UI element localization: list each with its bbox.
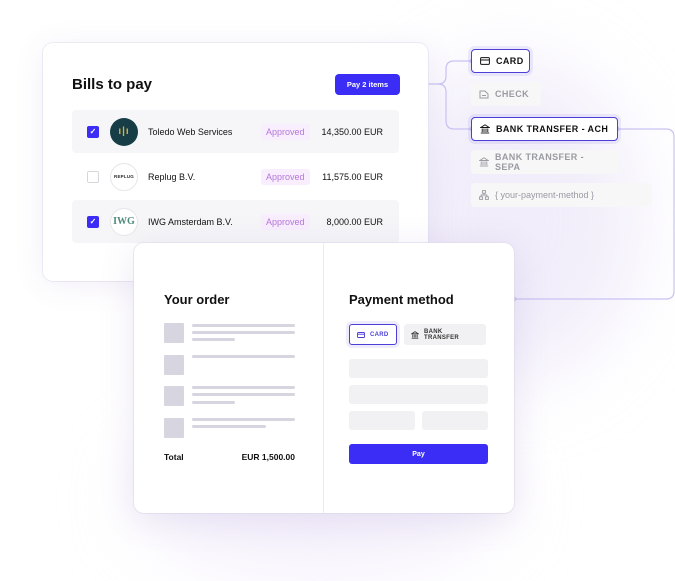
bank-icon: [411, 330, 419, 339]
payment-option-ach[interactable]: BANK TRANSFER - ACH: [471, 117, 618, 141]
item-thumbnail-placeholder: [164, 418, 184, 438]
item-text-placeholder: [192, 393, 295, 396]
payment-tab-bank-transfer[interactable]: BANK TRANSFER: [404, 324, 486, 345]
item-text-placeholder: [192, 338, 235, 341]
expiry-date-field[interactable]: [349, 411, 415, 430]
vendor-logo: ı|ı: [110, 117, 138, 146]
vendor-name: Replug B.V.: [148, 171, 196, 182]
card-icon: [480, 57, 490, 65]
bill-row[interactable]: ✓ IWG IWG Amsterdam B.V. Approved 8,000.…: [72, 200, 399, 243]
payment-option-custom[interactable]: { your-payment-method }: [471, 183, 652, 207]
cardholder-name-field[interactable]: [349, 385, 488, 404]
item-text-placeholder: [192, 386, 295, 389]
bill-amount: 8,000.00 EUR: [326, 216, 383, 227]
bill-checkbox[interactable]: ✓: [87, 125, 99, 138]
total-value: EUR 1,500.00: [241, 452, 295, 462]
card-number-field[interactable]: [349, 359, 488, 378]
vendor-name: Toledo Web Services: [148, 126, 233, 137]
divider: [323, 243, 324, 513]
bill-checkbox[interactable]: [87, 170, 99, 183]
bill-checkbox[interactable]: ✓: [87, 215, 99, 228]
bill-amount: 14,350.00 EUR: [321, 126, 383, 137]
total-label: Total: [164, 452, 184, 462]
cvc-field[interactable]: [422, 411, 488, 430]
item-thumbnail-placeholder: [164, 323, 184, 343]
payment-option-card[interactable]: CARD: [471, 49, 530, 73]
check-icon: ✓: [89, 127, 97, 136]
card-icon: [357, 331, 365, 338]
item-thumbnail-placeholder: [164, 386, 184, 406]
payment-option-check[interactable]: CHECK: [471, 82, 541, 106]
payment-tab-label: BANK TRANSFER: [424, 328, 460, 341]
item-text-placeholder: [192, 425, 266, 428]
bill-amount: 11,575.00 EUR: [322, 171, 383, 182]
hierarchy-icon: [479, 190, 489, 200]
item-text-placeholder: [192, 355, 295, 358]
payment-option-label: CHECK: [495, 89, 530, 99]
vendor-name: IWG Amsterdam B.V.: [148, 216, 233, 227]
item-thumbnail-placeholder: [164, 355, 184, 375]
checkout-card: Your order Total EUR 1,500.00 Payment me…: [134, 243, 514, 513]
bank-icon: [479, 157, 489, 167]
payment-tab-card[interactable]: CARD: [349, 324, 397, 345]
connector-pay-to-ach: [437, 83, 472, 130]
payment-option-label: BANK TRANSFER - SEPA: [495, 152, 584, 172]
check-icon: ✓: [89, 217, 97, 226]
item-text-placeholder: [192, 324, 295, 327]
order-title: Your order: [164, 292, 230, 307]
vendor-logo: REPLUG: [110, 162, 138, 191]
vendor-logo: IWG: [110, 207, 138, 236]
item-text-placeholder: [192, 418, 295, 421]
payment-option-label: { your-payment-method }: [495, 190, 595, 200]
payment-option-label: CARD: [496, 56, 524, 66]
status-badge: Approved: [261, 123, 310, 140]
bank-icon: [480, 124, 490, 134]
payment-option-sepa[interactable]: BANK TRANSFER - SEPA: [471, 150, 619, 174]
payment-method-title: Payment method: [349, 292, 454, 307]
pay-items-button[interactable]: Pay 2 items: [335, 74, 400, 95]
bills-title: Bills to pay: [72, 76, 153, 93]
status-badge: Approved: [261, 213, 310, 230]
status-badge: Approved: [261, 168, 310, 185]
bill-row[interactable]: REPLUG Replug B.V. Approved 11,575.00 EU…: [72, 155, 399, 198]
item-text-placeholder: [192, 401, 235, 404]
payment-tab-label: CARD: [370, 331, 389, 338]
check-document-icon: [479, 90, 489, 99]
item-text-placeholder: [192, 331, 295, 334]
bill-row[interactable]: ✓ ı|ı Toledo Web Services Approved 14,35…: [72, 110, 399, 153]
payment-option-label: BANK TRANSFER - ACH: [496, 124, 609, 134]
pay-button[interactable]: Pay: [349, 444, 488, 464]
